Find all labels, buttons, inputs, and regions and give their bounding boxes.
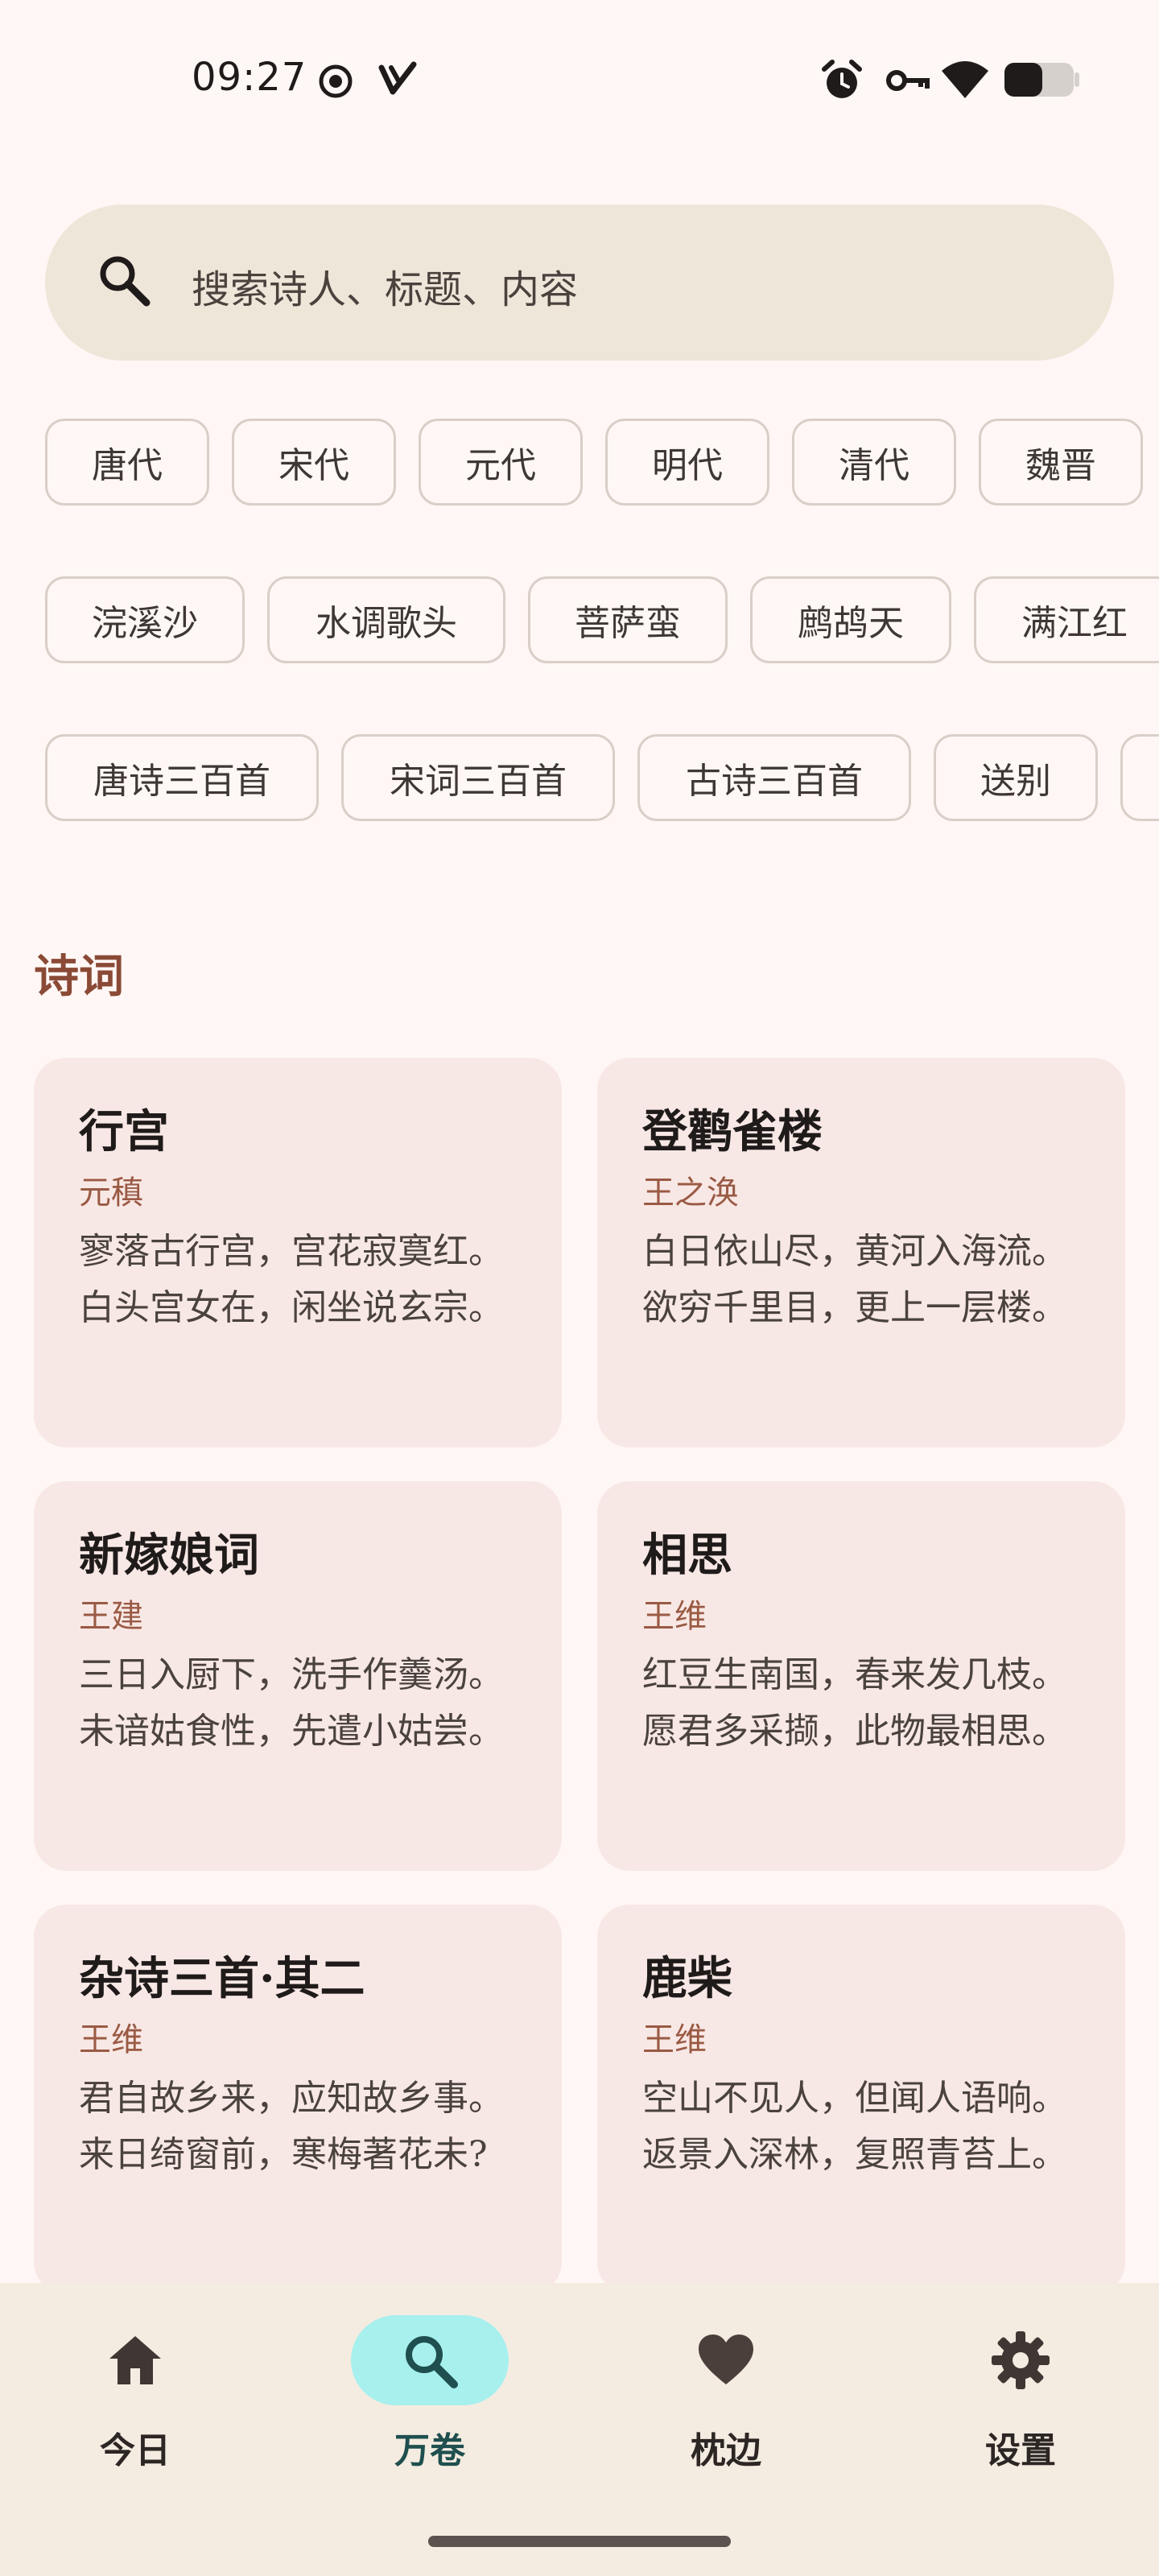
chip-dynasty[interactable]: 魏晋 [979,419,1143,506]
search-icon[interactable] [95,251,153,309]
chip-dynasty[interactable]: 元代 [419,419,583,506]
poem-title: 行宫 [79,1105,169,1158]
home-indicator[interactable] [428,2536,731,2547]
poem-title: 杂诗三首·其二 [79,1952,365,2005]
poem-excerpt: 白日依山尽，黄河入海流。 欲穷千里目，更上一层楼。 [642,1231,1067,1328]
poem-author: 王建 [79,1598,143,1635]
chip-dynasty[interactable]: 唐代 [45,419,209,506]
status-bar: 09:27 [0,0,1159,153]
nav-label: 枕边 [691,2430,761,2471]
wifi-icon [942,61,988,98]
nav-label: 万卷 [394,2430,465,2471]
nav-item-favorites[interactable]: 枕边 [621,2283,831,2492]
chip-collection[interactable] [1120,734,1159,821]
chip-collection[interactable]: 送别 [934,734,1098,821]
poem-author: 王之涣 [642,1174,739,1212]
alarm-icon [822,60,862,98]
chip-dynasty[interactable]: 宋代 [232,419,396,506]
status-time: 09:27 [192,55,307,100]
poem-card[interactable]: 鹿柴 王维 空山不见人，但闻人语响。 返景入深林，复照青苔上。 [597,1905,1125,2294]
poem-card[interactable]: 登鹳雀楼 王之涣 白日依山尽，黄河入海流。 欲穷千里目，更上一层楼。 [597,1058,1125,1447]
gear-icon [992,2331,1050,2389]
section-title: 诗词 [34,950,124,1003]
search-icon [406,2336,458,2388]
chip-cipai[interactable]: 水调歌头 [267,576,505,663]
poem-author: 元稹 [79,1174,143,1212]
poem-excerpt: 空山不见人，但闻人语响。 返景入深林，复照青苔上。 [642,2078,1067,2175]
poem-title: 登鹳雀楼 [642,1105,823,1158]
poem-title: 新嫁娘词 [79,1529,259,1582]
poem-excerpt: 红豆生南国，春来发几枝。 愿君多采撷，此物最相思。 [642,1654,1067,1752]
chip-row-collections: 唐诗三百首 宋词三百首 古诗三百首 送别 [0,734,1159,824]
key-icon [886,70,930,91]
bottom-navigation: 今日 万卷 枕边 设置 [0,2283,1159,2576]
nav-item-settings[interactable]: 设置 [916,2283,1125,2492]
battery-icon [1004,63,1079,97]
poem-author: 王维 [642,1598,707,1635]
chip-dynasty[interactable]: 清代 [792,419,956,506]
nav-label: 设置 [985,2430,1056,2471]
record-icon [319,64,353,98]
poem-card[interactable]: 行宫 元稹 寥落古行宫，宫花寂寞红。 白头宫女在，闲坐说玄宗。 [34,1058,562,1447]
poem-excerpt: 君自故乡来，应知故乡事。 来日绮窗前，寒梅著花未? [79,2078,504,2175]
poem-title: 相思 [642,1529,732,1582]
poem-card[interactable]: 相思 王维 红豆生南国，春来发几枝。 愿君多采撷，此物最相思。 [597,1481,1125,1871]
chip-dynasty[interactable]: 明代 [605,419,769,506]
chip-row-cipai: 浣溪沙 水调歌头 菩萨蛮 鹧鸪天 满江红 [0,576,1159,667]
chip-cipai[interactable]: 菩萨蛮 [528,576,728,663]
chip-cipai[interactable]: 鹧鸪天 [750,576,951,663]
chip-collection[interactable]: 古诗三百首 [637,734,911,821]
nav-label: 今日 [100,2430,171,2471]
app-screen: 09:27 搜索诗人、标题、内容 唐代 宋代 元代 明代 清代 魏晋 浣溪沙 水… [0,0,1159,2576]
chip-row-dynasties: 唐代 宋代 元代 明代 清代 魏晋 [0,419,1159,509]
search-input[interactable]: 搜索诗人、标题、内容 [192,258,578,314]
nav-item-today[interactable]: 今日 [31,2283,240,2492]
chip-cipai[interactable]: 满江红 [974,576,1159,663]
poem-card[interactable]: 杂诗三首·其二 王维 君自故乡来，应知故乡事。 来日绮窗前，寒梅著花未? [34,1905,562,2294]
heart-icon [699,2334,753,2384]
poem-excerpt: 寥落古行宫，宫花寂寞红。 白头宫女在，闲坐说玄宗。 [79,1231,504,1328]
home-icon [109,2336,161,2384]
poem-author: 王维 [79,2021,143,2058]
v-logo-icon [378,61,417,95]
chip-collection[interactable]: 宋词三百首 [341,734,615,821]
poem-card[interactable]: 新嫁娘词 王建 三日入厨下，洗手作羹汤。 未谙姑食性，先遣小姑尝。 [34,1481,562,1871]
chip-cipai[interactable]: 浣溪沙 [45,576,245,663]
poem-author: 王维 [642,2021,707,2058]
chip-collection[interactable]: 唐诗三百首 [45,734,319,821]
nav-item-library[interactable]: 万卷 [325,2283,534,2492]
poem-title: 鹿柴 [642,1952,732,2005]
poem-excerpt: 三日入厨下，洗手作羹汤。 未谙姑食性，先遣小姑尝。 [79,1654,504,1752]
